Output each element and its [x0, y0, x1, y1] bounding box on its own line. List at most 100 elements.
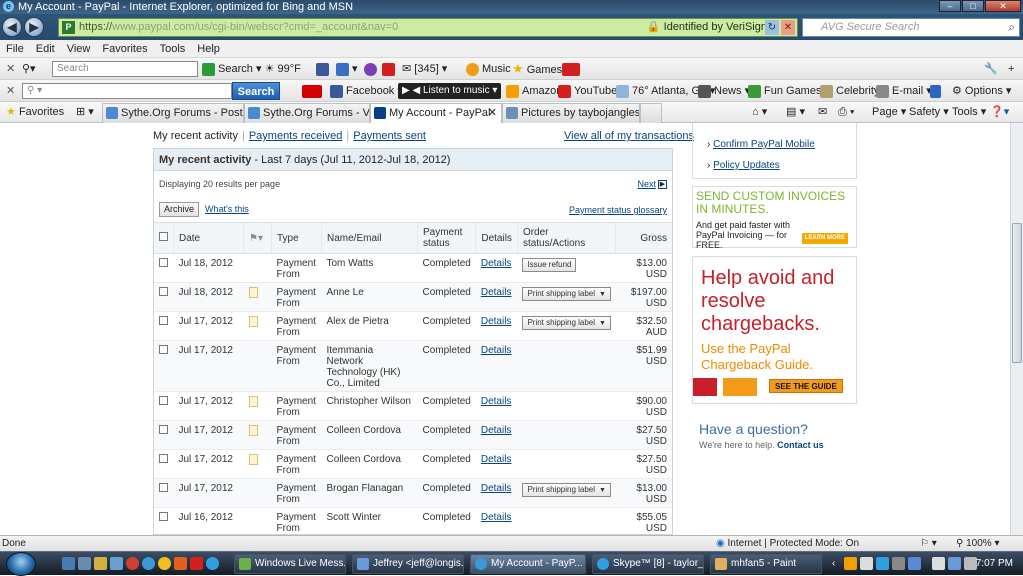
new-tab-button[interactable]	[640, 103, 662, 123]
fun-games-button[interactable]: Fun Games ▾	[748, 80, 830, 102]
verisign-identity[interactable]: 🔒 Identified by VeriSign	[647, 19, 767, 36]
games-button[interactable]: ★ Games	[512, 58, 562, 81]
quick-tabs-icon[interactable]: ⊞ ▾	[76, 102, 94, 123]
close-toolbar-icon[interactable]: ✕	[6, 58, 15, 80]
tray-icon-2[interactable]	[860, 557, 873, 570]
more-chevron-icon[interactable]	[930, 80, 944, 102]
facebook-button[interactable]: Facebook ▾	[330, 80, 403, 102]
header-status[interactable]: Payment status	[416, 222, 476, 254]
taskbar-email[interactable]: Jeffrey <jeff@longis...	[352, 554, 464, 574]
page-menu[interactable]: Page ▾	[872, 102, 906, 123]
confirm-mobile-item[interactable]: › Confirm PayPal Mobile	[707, 139, 815, 150]
menu-edit[interactable]: Edit	[30, 40, 61, 58]
see-guide-button[interactable]: SEE THE GUIDE	[769, 379, 843, 393]
header-type[interactable]: Type	[271, 222, 322, 254]
row-details-link[interactable]: Details	[481, 258, 512, 269]
invoice-promo[interactable]: SEND CUSTOM INVOICES IN MINUTES. And get…	[692, 186, 857, 250]
subtab-sent[interactable]: Payments sent	[353, 130, 426, 142]
toolbar-facebook-icon[interactable]	[316, 58, 332, 80]
header-name[interactable]: Name/Email	[321, 222, 418, 254]
forward-button[interactable]: ▶	[24, 17, 44, 37]
menu-view[interactable]: View	[61, 40, 97, 58]
header-gross[interactable]: Gross	[615, 222, 672, 254]
back-button[interactable]: ◀	[2, 17, 22, 37]
tab-sythe-post[interactable]: Sythe.Org Forums - Post N...	[102, 103, 244, 123]
help-icon[interactable]: ❓▾	[990, 102, 1009, 123]
toolbar-youtube-icon[interactable]	[382, 58, 398, 80]
toolbar-messenger-icon[interactable]	[364, 58, 380, 80]
menu-tools[interactable]: Tools	[154, 40, 192, 58]
policy-updates-link[interactable]: Policy Updates	[713, 160, 780, 171]
network-icon[interactable]	[948, 557, 961, 570]
tab-paypal-active[interactable]: My Account - PayPal ✕	[370, 103, 502, 123]
toolbar-search-button[interactable]: Search	[202, 58, 253, 80]
add-toolbar-icon[interactable]: +	[1008, 58, 1014, 80]
print-shipping-label-button[interactable]: Print shipping label ▼	[522, 483, 611, 497]
print-icon[interactable]: ⎙ ▾	[838, 102, 854, 123]
tray-icon-5[interactable]	[908, 557, 921, 570]
toolbar-search-input[interactable]: Search	[52, 61, 198, 77]
start-button[interactable]	[6, 552, 36, 576]
menu-help[interactable]: Help	[191, 40, 226, 58]
row-details-link[interactable]: Details	[481, 345, 512, 356]
menu-file[interactable]: File	[0, 40, 30, 58]
next-page-link[interactable]: Next ▶	[637, 179, 667, 190]
media-icon[interactable]	[110, 557, 123, 570]
taskbar-messenger[interactable]: Windows Live Mess...	[234, 554, 346, 574]
subtab-recent[interactable]: My recent activity	[153, 130, 238, 142]
row-checkbox[interactable]	[159, 316, 168, 325]
policy-item[interactable]: › Policy Updates	[707, 160, 780, 171]
note-icon[interactable]	[248, 454, 258, 465]
maximize-button[interactable]: □	[962, 0, 984, 12]
tab-pictures[interactable]: Pictures by taybojangles - ...	[502, 103, 640, 123]
minimize-button[interactable]: –	[939, 0, 961, 12]
row-details-link[interactable]: Details	[481, 483, 512, 494]
row-checkbox[interactable]	[159, 454, 168, 463]
explorer-icon[interactable]	[94, 557, 107, 570]
taskbar-paint[interactable]: mhfan5 - Paint	[710, 554, 822, 574]
safety-menu[interactable]: Safety ▾	[909, 102, 949, 123]
scrollbar-thumb[interactable]	[1012, 223, 1022, 363]
ask-search-input[interactable]: ⚲ ▾	[22, 83, 232, 99]
stop-icon[interactable]: ✕	[781, 20, 795, 35]
row-details-link[interactable]: Details	[481, 316, 512, 327]
tab-sythe-view[interactable]: Sythe.Org Forums - View P...	[244, 103, 370, 123]
row-details-link[interactable]: Details	[481, 287, 512, 298]
row-checkbox[interactable]	[159, 258, 168, 267]
contact-us-link[interactable]: Contact us	[777, 440, 824, 450]
confirm-mobile-link[interactable]: Confirm PayPal Mobile	[713, 139, 815, 150]
tray-icon-1[interactable]	[844, 557, 857, 570]
youtube-button[interactable]: YouTube	[558, 80, 617, 102]
menu-favorites[interactable]: Favorites	[96, 40, 153, 58]
switch-windows-icon[interactable]	[78, 557, 91, 570]
amazon-button[interactable]: Amazon	[506, 80, 562, 102]
header-date[interactable]: Date	[173, 222, 244, 254]
chrome-icon[interactable]	[126, 557, 139, 570]
favorites-button[interactable]: ★ Favorites	[6, 102, 64, 123]
row-checkbox[interactable]	[159, 345, 168, 354]
toolbar-mail-icon[interactable]: ▾	[336, 58, 358, 80]
tray-icon-3[interactable]	[876, 557, 889, 570]
row-checkbox[interactable]	[159, 425, 168, 434]
view-all-transactions-link[interactable]: View all of my transactions	[564, 130, 694, 142]
payment-status-glossary-link[interactable]: Payment status glossary	[569, 205, 667, 215]
music-button[interactable]: Music	[466, 58, 511, 80]
news-button[interactable]: News ▾	[698, 80, 750, 102]
ie-icon[interactable]	[142, 557, 155, 570]
issue-refund-button[interactable]: Issue refund	[522, 258, 577, 272]
header-flag[interactable]: ⚑▾	[243, 222, 272, 254]
note-icon[interactable]	[248, 287, 258, 298]
wrench-icon[interactable]: 🔧	[984, 58, 998, 80]
close-window-button[interactable]: ✕	[985, 0, 1021, 12]
chargeback-promo[interactable]: Help avoid and resolve chargebacks. Use …	[692, 256, 857, 404]
row-details-link[interactable]: Details	[481, 396, 512, 407]
options-button[interactable]: ⚙ Options ▾	[952, 80, 1011, 102]
tray-icon-4[interactable]	[892, 557, 905, 570]
print-shipping-label-button[interactable]: Print shipping label ▼	[522, 287, 611, 301]
close-tab-icon[interactable]: ✕	[488, 104, 497, 123]
row-details-link[interactable]: Details	[481, 425, 512, 436]
messenger-quick-icon[interactable]	[158, 557, 171, 570]
row-checkbox[interactable]	[159, 483, 168, 492]
print-shipping-label-button[interactable]: Print shipping label ▼	[522, 316, 611, 330]
archive-button[interactable]: Archive	[159, 202, 200, 217]
